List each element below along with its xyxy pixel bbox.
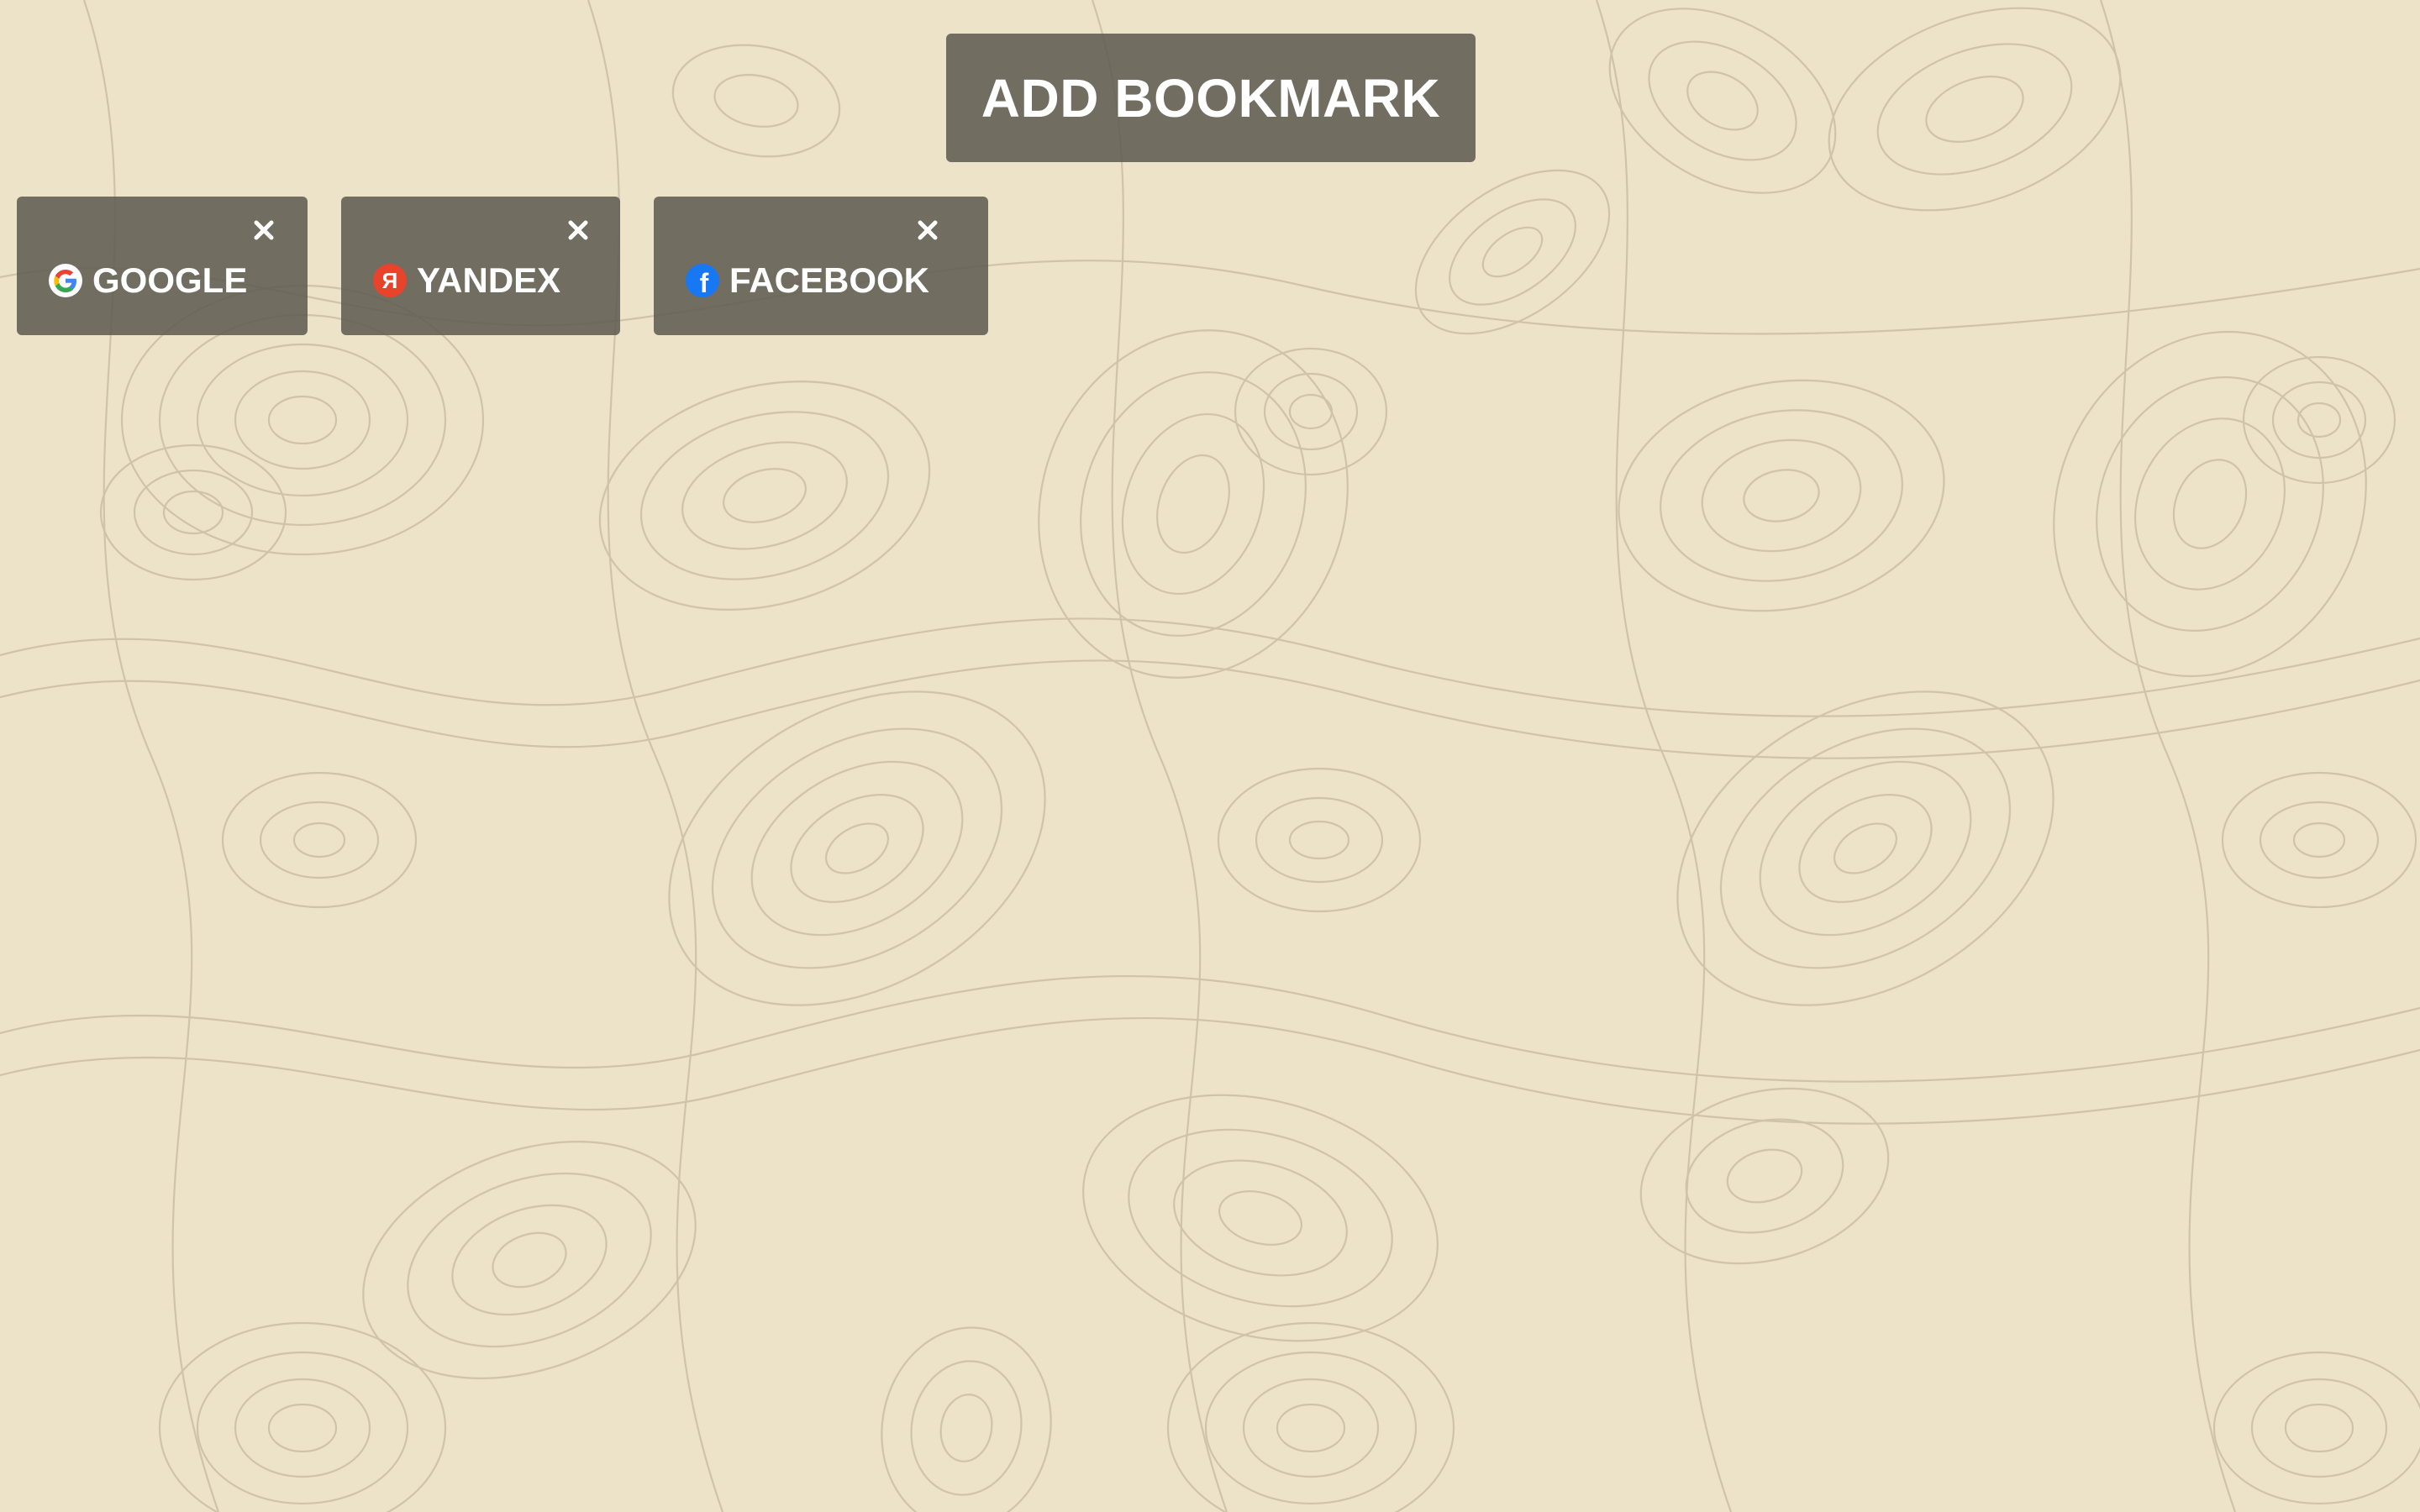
yandex-icon: Я [373, 264, 407, 297]
facebook-icon: f [686, 264, 719, 297]
close-icon[interactable] [249, 215, 279, 245]
close-icon[interactable] [563, 215, 593, 245]
bookmark-facebook-label: FACEBOOK [729, 260, 930, 300]
bookmark-facebook[interactable]: f FACEBOOK [654, 197, 988, 335]
close-icon[interactable] [913, 215, 943, 245]
bookmark-google[interactable]: GOOGLE [17, 197, 308, 335]
bookmark-yandex-label: YANDEX [417, 260, 561, 300]
google-icon [49, 264, 82, 297]
add-bookmark-button[interactable]: ADD BOOKMARK [946, 34, 1476, 162]
bookmark-yandex-link[interactable]: Я YANDEX [373, 255, 560, 306]
bookmark-google-label: GOOGLE [92, 260, 248, 300]
bookmark-google-link[interactable]: GOOGLE [49, 255, 247, 306]
bookmark-facebook-link[interactable]: f FACEBOOK [686, 255, 929, 306]
bookmark-yandex[interactable]: Я YANDEX [341, 197, 620, 335]
svg-text:f: f [700, 268, 709, 297]
svg-text:Я: Я [382, 268, 398, 293]
